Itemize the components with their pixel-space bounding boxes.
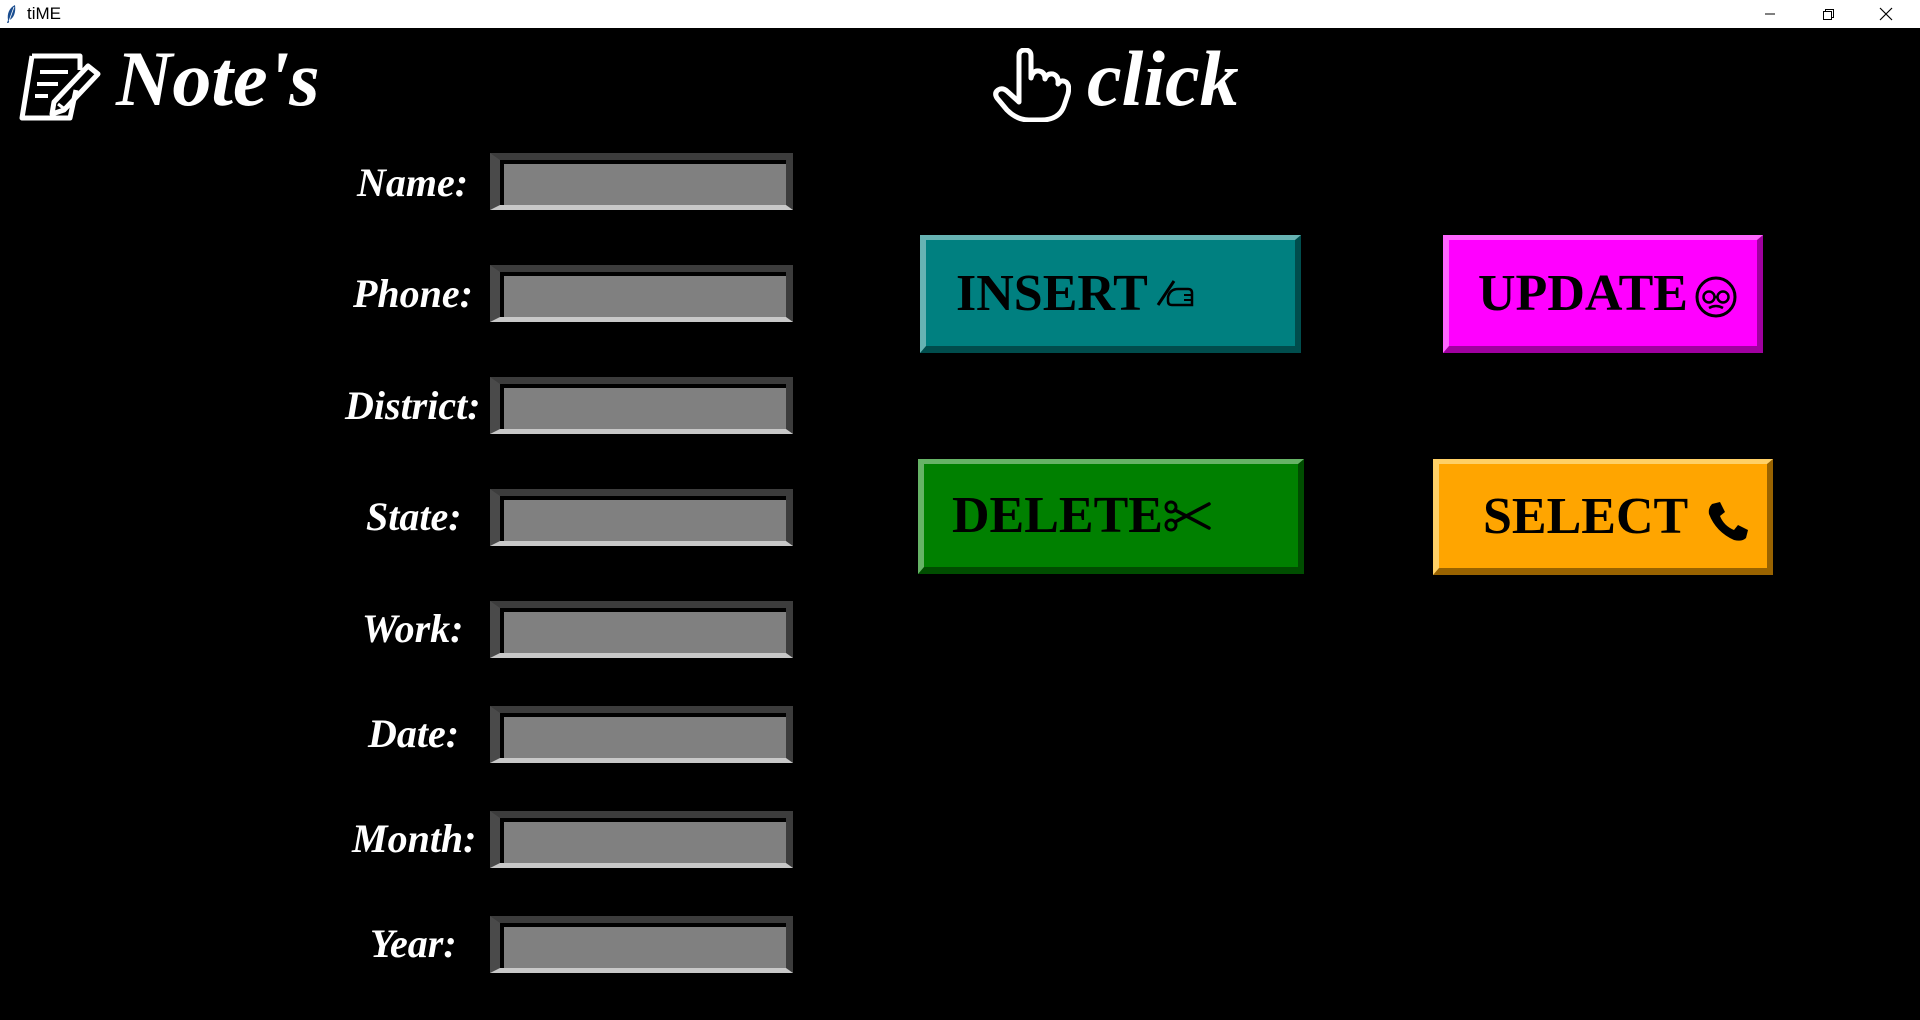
notepad-pencil-icon: [19, 53, 101, 121]
name-label: Name:: [357, 160, 469, 205]
window-title: tiME: [27, 4, 61, 23]
work-field[interactable]: [500, 608, 786, 653]
district-field-frame: [490, 377, 793, 434]
scissors-icon: [1164, 500, 1211, 531]
title-bar: tiME: [0, 0, 1920, 28]
state-field-frame: [490, 489, 793, 546]
select-button[interactable]: SELECT: [1433, 459, 1773, 575]
month-label: Month:: [352, 816, 477, 861]
name-field-frame: [490, 153, 793, 210]
restore-button[interactable]: [1799, 0, 1857, 28]
pointing-hand-icon: [993, 48, 1071, 122]
phone-label: Phone:: [353, 271, 473, 316]
date-field[interactable]: [500, 713, 786, 758]
delete-button-label: DELETE: [952, 487, 1163, 544]
minimize-button[interactable]: [1741, 0, 1799, 28]
insert-button-label: INSERT: [956, 264, 1148, 322]
state-field[interactable]: [500, 496, 786, 541]
update-button[interactable]: UPDATE: [1443, 235, 1763, 353]
name-field[interactable]: [500, 160, 786, 205]
notes-heading: Note's: [116, 35, 320, 122]
year-label: Year:: [370, 921, 457, 966]
work-label: Work:: [362, 606, 464, 651]
phone-field[interactable]: [500, 272, 786, 317]
district-field[interactable]: [500, 384, 786, 429]
month-field-frame: [490, 811, 793, 868]
month-field[interactable]: [500, 818, 786, 863]
close-icon: [1879, 7, 1893, 21]
smiley-glasses-icon: [1695, 276, 1737, 318]
phone-field-frame: [490, 265, 793, 322]
click-heading: click: [1087, 35, 1239, 122]
update-button-label: UPDATE: [1478, 264, 1688, 322]
writing-hand-icon: [1156, 280, 1194, 307]
year-field[interactable]: [500, 923, 786, 968]
close-button[interactable]: [1857, 0, 1915, 28]
delete-button[interactable]: DELETE: [918, 459, 1304, 574]
year-field-frame: [490, 916, 793, 973]
feather-icon: [7, 5, 16, 23]
restore-icon: [1822, 8, 1834, 20]
minimize-icon: [1765, 13, 1775, 15]
insert-button[interactable]: INSERT: [920, 235, 1301, 353]
date-label: Date:: [368, 711, 460, 756]
work-field-frame: [490, 601, 793, 658]
telephone-icon: [1709, 502, 1749, 541]
date-field-frame: [490, 706, 793, 763]
state-label: State:: [366, 494, 462, 539]
district-label: District:: [345, 383, 481, 428]
select-button-label: SELECT: [1483, 487, 1689, 545]
